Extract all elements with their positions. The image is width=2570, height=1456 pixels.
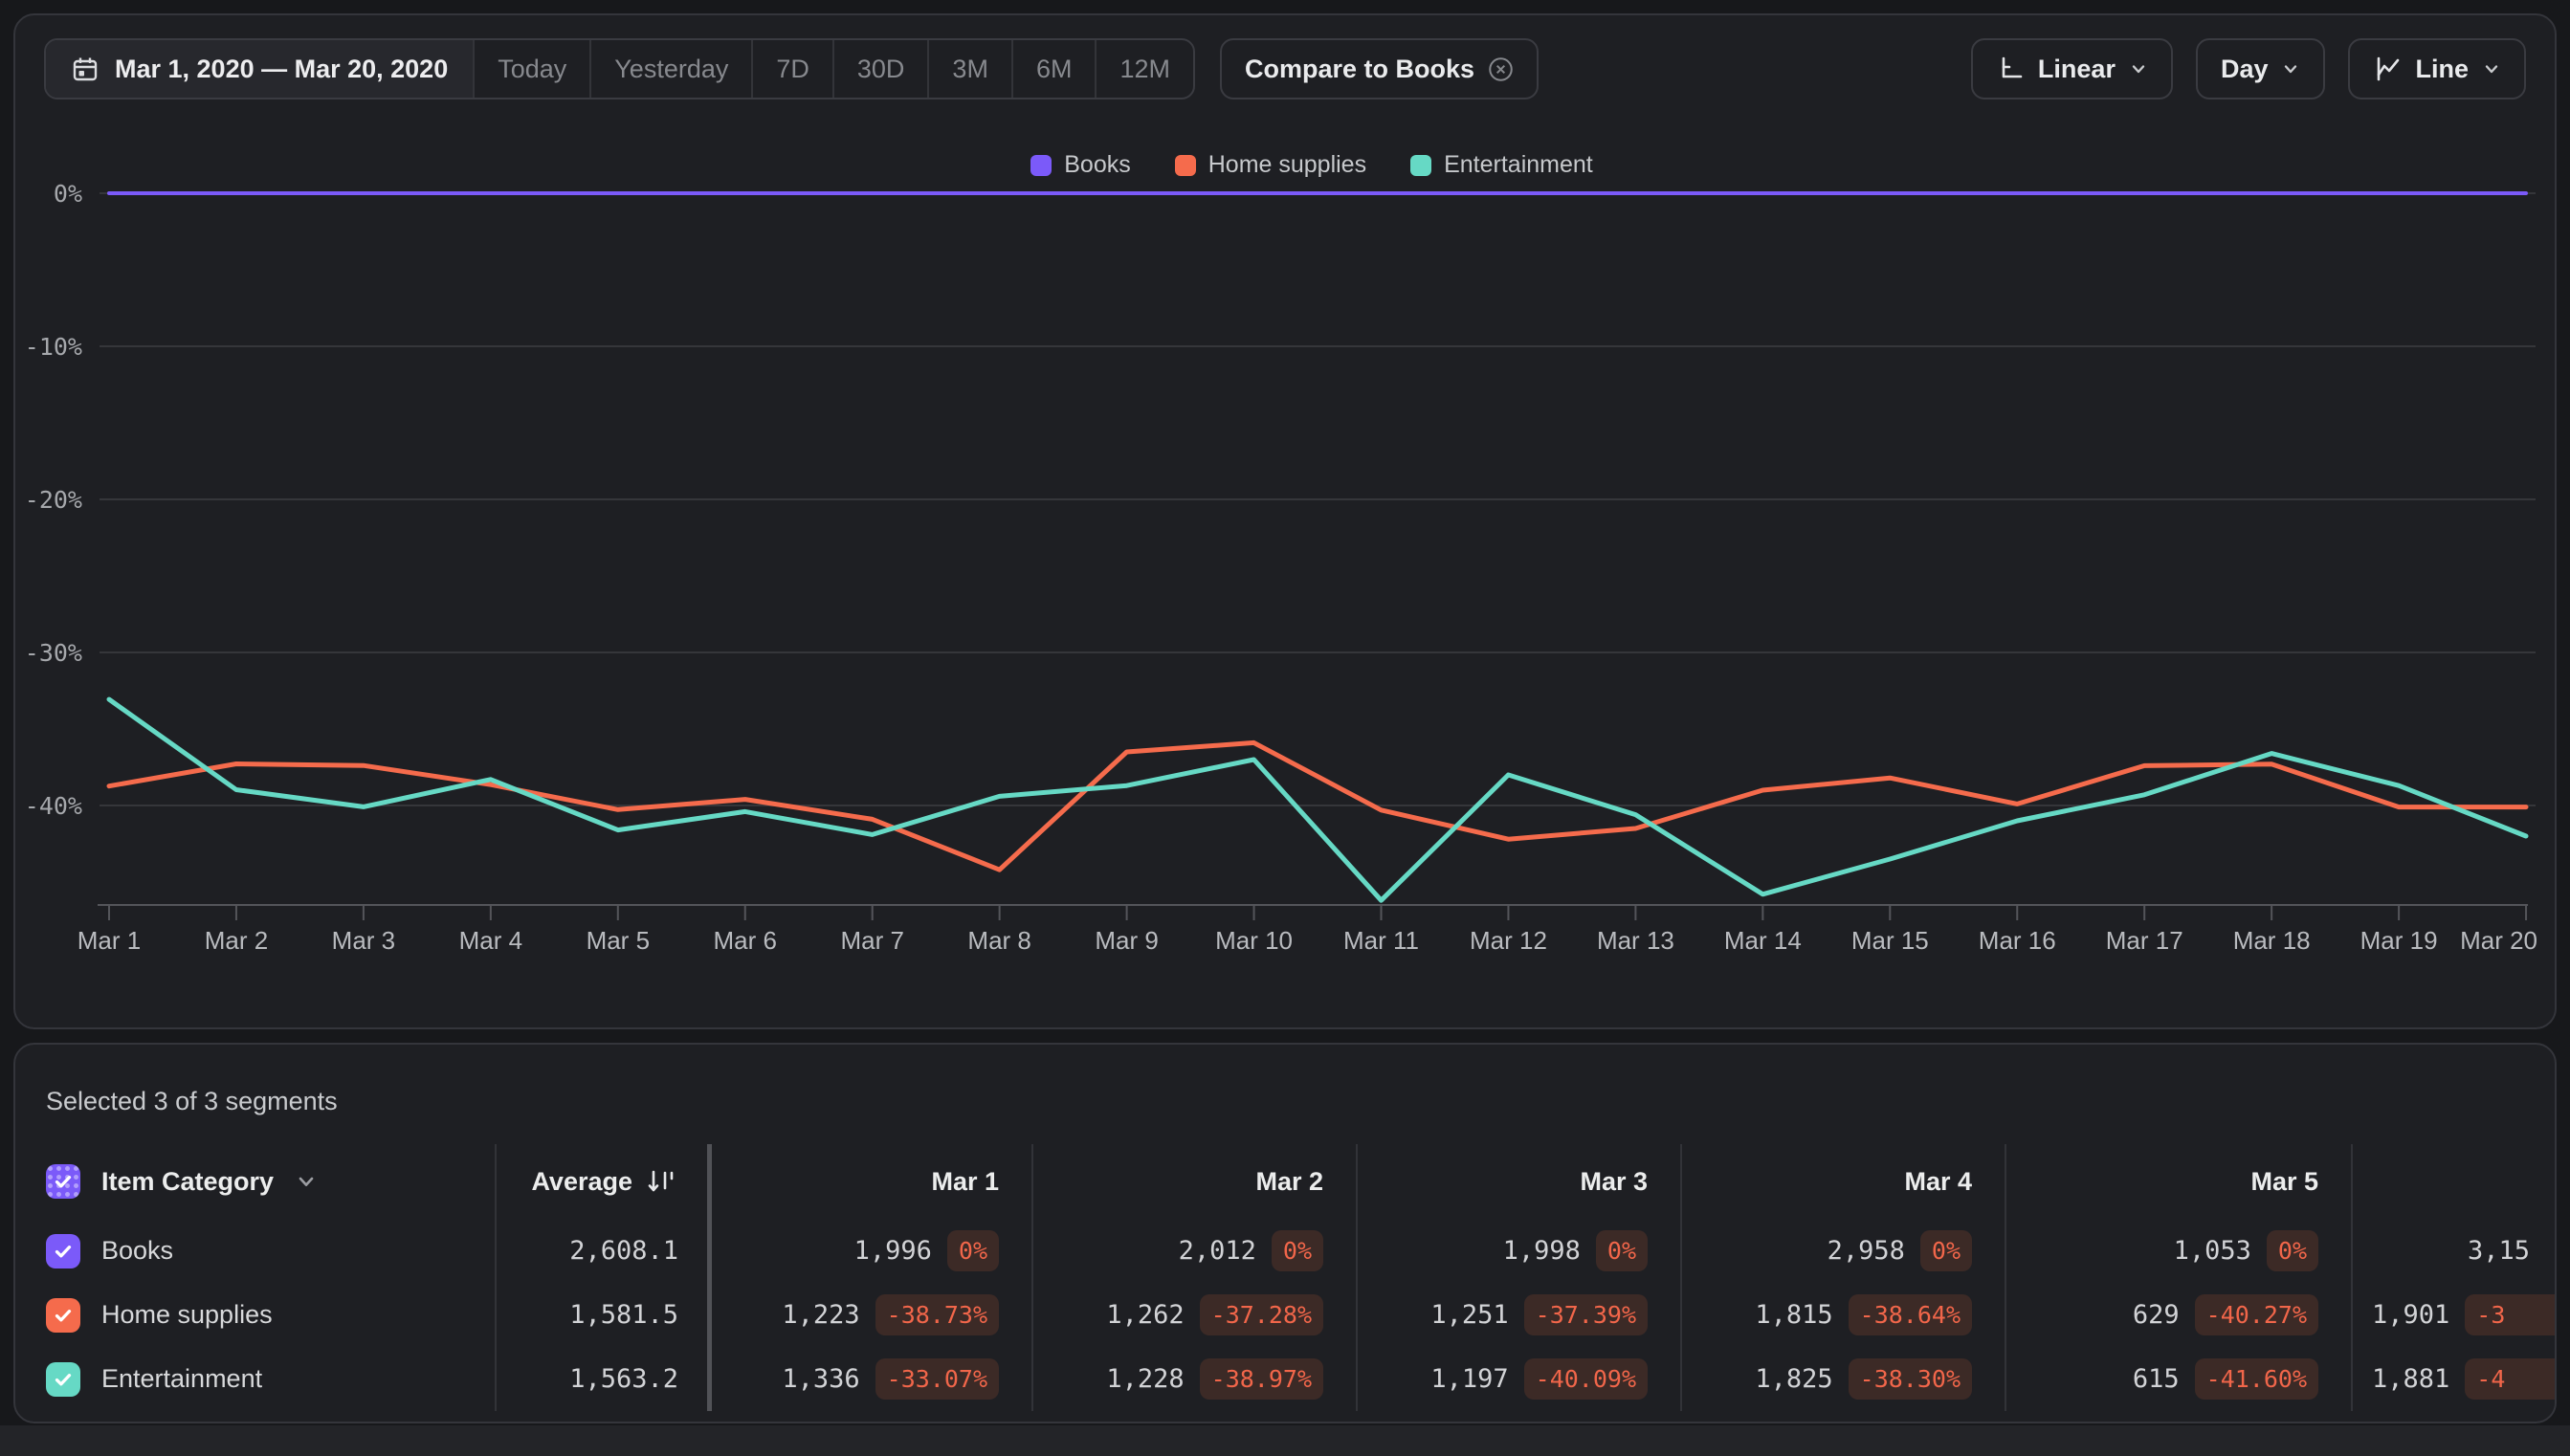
check-icon <box>55 1373 72 1385</box>
x-axis-tick-label: Mar 4 <box>459 926 522 955</box>
pct-badge: -40.09% <box>1523 1358 1648 1400</box>
select-all-checkbox[interactable] <box>46 1164 80 1199</box>
pct-badge: -33.07% <box>875 1358 999 1400</box>
segments-card: Selected 3 of 3 segments Item Category A… <box>13 1043 2557 1423</box>
col-header-mar-3: Mar 3 <box>1356 1144 1680 1219</box>
row-home-supplies-label-cell: Home supplies <box>46 1283 495 1347</box>
chevron-down-icon <box>299 1177 314 1186</box>
entertainment-mar3: 1,197 -40.09% <box>1356 1347 1680 1411</box>
y-axis-tick-label: 0% <box>54 180 82 208</box>
entertainment-mar6: 1,881 -4 <box>2353 1347 2555 1411</box>
pct-badge: -4 <box>2465 1358 2555 1400</box>
home-supplies-mar5: 629 -40.27% <box>2005 1283 2351 1347</box>
x-axis-tick-label: Mar 17 <box>2106 926 2183 955</box>
selected-count: Selected 3 of 3 segments <box>46 1087 338 1115</box>
pct-badge: 0% <box>1919 1230 1972 1271</box>
books-mar2: 2,012 0% <box>1031 1219 1356 1283</box>
x-axis-tick-label: Mar 8 <box>967 926 1030 955</box>
x-axis-tick-label: Mar 9 <box>1095 926 1158 955</box>
page-bottom-gutter <box>0 1425 2570 1456</box>
pct-badge: -38.64% <box>1848 1294 1972 1335</box>
x-axis-tick-label: Mar 3 <box>332 926 395 955</box>
col-header-mar-5: Mar 5 <box>2005 1144 2351 1219</box>
pct-badge: -38.30% <box>1848 1358 1972 1400</box>
home-supplies-mar3: 1,251 -37.39% <box>1356 1283 1680 1347</box>
segments-table: Item Category Average Mar 1 Mar 2 Mar 3 … <box>46 1144 2351 1411</box>
pct-badge: -3 <box>2465 1294 2555 1335</box>
entertainment-mar5: 615 -41.60% <box>2005 1347 2351 1411</box>
y-axis-tick-label: -10% <box>25 333 82 361</box>
entertainment-average: 1,563.2 <box>495 1347 707 1411</box>
category-header-label: Item Category <box>101 1166 275 1196</box>
col-header-category[interactable]: Item Category <box>46 1144 495 1219</box>
x-axis-tick-label: Mar 18 <box>2233 926 2311 955</box>
y-axis-tick-label: -30% <box>25 639 82 667</box>
entertainment-mar4: 1,825 -38.30% <box>1680 1347 2005 1411</box>
books-mar6: 3,15 <box>2468 1236 2531 1266</box>
x-axis-tick-label: Mar 1 <box>78 926 141 955</box>
home-supplies-mar6: 1,901 -3 <box>2353 1283 2555 1347</box>
home-supplies-mar4: 1,815 -38.64% <box>1680 1283 2005 1347</box>
check-icon <box>55 1309 72 1321</box>
col-header-mar-4: Mar 4 <box>1680 1144 2005 1219</box>
y-axis-tick-label: -20% <box>25 486 82 514</box>
segment-label: Entertainment <box>101 1364 263 1393</box>
pct-badge: -38.73% <box>875 1294 999 1335</box>
x-axis-tick-label: Mar 5 <box>587 926 650 955</box>
home-supplies-average: 1,581.5 <box>495 1283 707 1347</box>
x-axis-tick-label: Mar 20 <box>2460 926 2537 955</box>
segment-label: Books <box>101 1236 174 1265</box>
pct-badge: 0% <box>1271 1230 1323 1271</box>
entertainment-checkbox[interactable] <box>46 1361 80 1397</box>
books-mar1: 1,996 0% <box>707 1219 1031 1283</box>
row-entertainment-label-cell: Entertainment <box>46 1347 495 1411</box>
pct-badge: -41.60% <box>2194 1358 2318 1400</box>
x-axis-tick-label: Mar 11 <box>1343 926 1419 955</box>
x-axis-tick-label: Mar 6 <box>714 926 777 955</box>
segment-label: Home supplies <box>101 1300 273 1329</box>
pct-badge: 0% <box>946 1230 999 1271</box>
line-chart: 0% -10% -20% -30% -40% Mar 1 Mar 2 Mar 3 Mar 4 Ma… <box>25 180 2537 955</box>
x-axis-tick-label: Mar 13 <box>1597 926 1674 955</box>
pct-badge: -37.28% <box>1199 1294 1323 1335</box>
books-mar3: 1,998 0% <box>1356 1219 1680 1283</box>
row-books-label-cell: Books <box>46 1219 495 1283</box>
pct-badge: -38.97% <box>1199 1358 1323 1400</box>
x-axis-tick-label: Mar 7 <box>840 926 903 955</box>
sort-descending-icon <box>648 1170 674 1192</box>
x-axis-tick-label: Mar 15 <box>1851 926 1929 955</box>
check-icon <box>55 1176 72 1188</box>
x-axis-tick-label: Mar 2 <box>205 926 268 955</box>
pct-badge: -40.27% <box>2194 1294 2318 1335</box>
pct-badge: 0% <box>2266 1230 2318 1271</box>
home-supplies-checkbox[interactable] <box>46 1297 80 1333</box>
entertainment-mar1: 1,336 -33.07% <box>707 1347 1031 1411</box>
books-checkbox[interactable] <box>46 1233 80 1268</box>
col-header-mar-2: Mar 2 <box>1031 1144 1356 1219</box>
y-axis-tick-label: -40% <box>25 792 82 820</box>
col-header-average[interactable]: Average <box>495 1144 707 1219</box>
books-average: 2,608.1 <box>495 1219 707 1283</box>
home-supplies-mar1: 1,223 -38.73% <box>707 1283 1031 1347</box>
average-header-label: Average <box>531 1166 632 1196</box>
entertainment-mar2: 1,228 -38.97% <box>1031 1347 1356 1411</box>
x-axis-tick-label: Mar 14 <box>1724 926 1802 955</box>
books-mar4: 2,958 0% <box>1680 1219 2005 1283</box>
chart-card: Mar 1, 2020 — Mar 20, 2020 Today Yesterd… <box>13 13 2557 1029</box>
x-axis-tick-label: Mar 10 <box>1215 926 1293 955</box>
x-axis-tick-label: Mar 19 <box>2360 926 2438 955</box>
check-icon <box>55 1245 72 1257</box>
home-supplies-mar2: 1,262 -37.28% <box>1031 1283 1356 1347</box>
series-line-entertainment <box>106 696 2529 903</box>
pct-badge: 0% <box>1595 1230 1648 1271</box>
x-axis-tick-label: Mar 12 <box>1470 926 1547 955</box>
pct-badge: -37.39% <box>1523 1294 1648 1335</box>
col-header-mar-1: Mar 1 <box>707 1144 1031 1219</box>
x-axis-tick-label: Mar 16 <box>1979 926 2056 955</box>
books-mar5: 1,053 0% <box>2005 1219 2351 1283</box>
table-column-mar6-partial: 3,15 1,901 -3 1,881 -4 <box>2351 1144 2555 1411</box>
